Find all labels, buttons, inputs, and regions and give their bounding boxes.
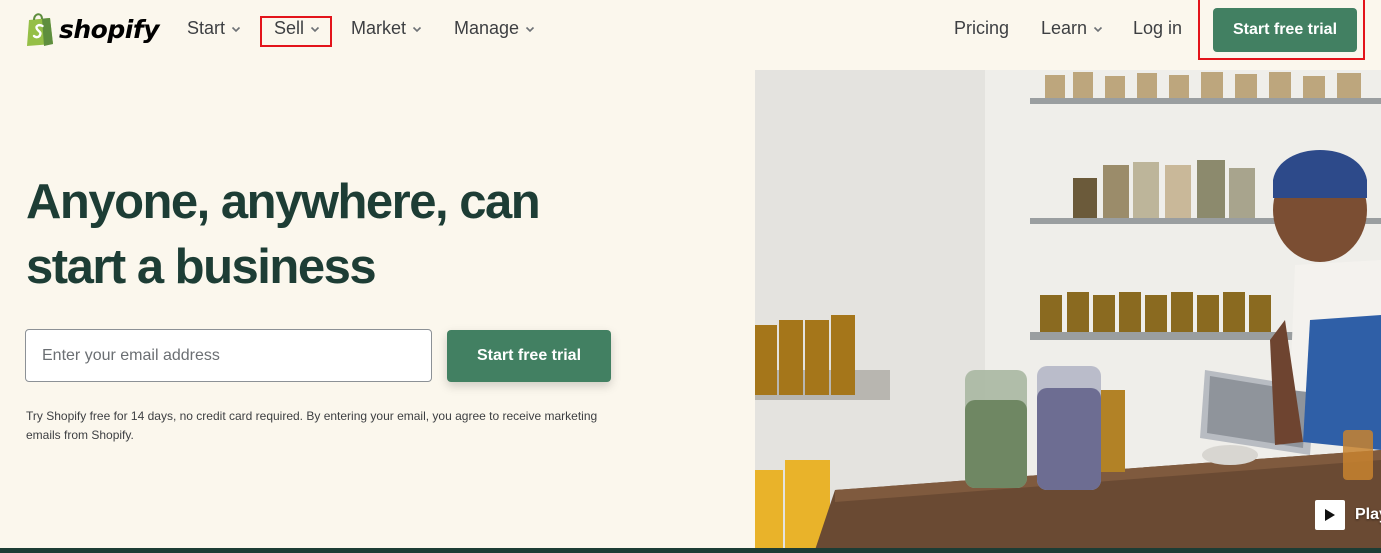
- chevron-down-icon: [1093, 26, 1103, 32]
- nav-login-link[interactable]: Log in: [1133, 18, 1182, 39]
- nav-market-dropdown[interactable]: Market: [351, 18, 422, 39]
- nav-manage-dropdown[interactable]: Manage: [454, 18, 535, 39]
- hero-title: Anyone, anywhere, can start a business: [26, 175, 541, 294]
- play-icon: [1315, 500, 1345, 530]
- nav-learn-dropdown[interactable]: Learn: [1041, 18, 1103, 39]
- sell-highlight-box: [260, 16, 332, 47]
- nav-start-dropdown[interactable]: Start: [187, 18, 241, 39]
- page: shopify Start Sell Market Manage Pricing…: [0, 0, 1381, 553]
- nav-manage-label: Manage: [454, 18, 520, 38]
- disclaimer-text: Try Shopify free for 14 days, no credit …: [26, 409, 598, 442]
- chevron-down-icon: [525, 26, 535, 32]
- nav-market-label: Market: [351, 18, 407, 38]
- nav-start-label: Start: [187, 18, 226, 38]
- play-label: Play: [1355, 506, 1381, 523]
- nav-learn-label: Learn: [1041, 18, 1088, 38]
- chevron-down-icon: [231, 26, 241, 32]
- hero-start-trial-button[interactable]: Start free trial: [447, 330, 611, 382]
- brand-name: shopify: [59, 14, 160, 44]
- chevron-down-icon: [412, 26, 422, 32]
- shopify-logo[interactable]: shopify: [25, 11, 160, 47]
- email-input[interactable]: [25, 329, 432, 382]
- bottom-bar: [0, 548, 1381, 553]
- shopping-bag-icon: [27, 13, 53, 46]
- shop-interior-illustration: [755, 70, 1381, 550]
- play-video-control[interactable]: Play: [1315, 500, 1381, 530]
- hero-image: Play: [755, 70, 1381, 550]
- top-navigation: shopify Start Sell Market Manage Pricing…: [0, 0, 1381, 62]
- nav-pricing-link[interactable]: Pricing: [954, 18, 1009, 39]
- header-start-trial-button[interactable]: Start free trial: [1213, 8, 1357, 52]
